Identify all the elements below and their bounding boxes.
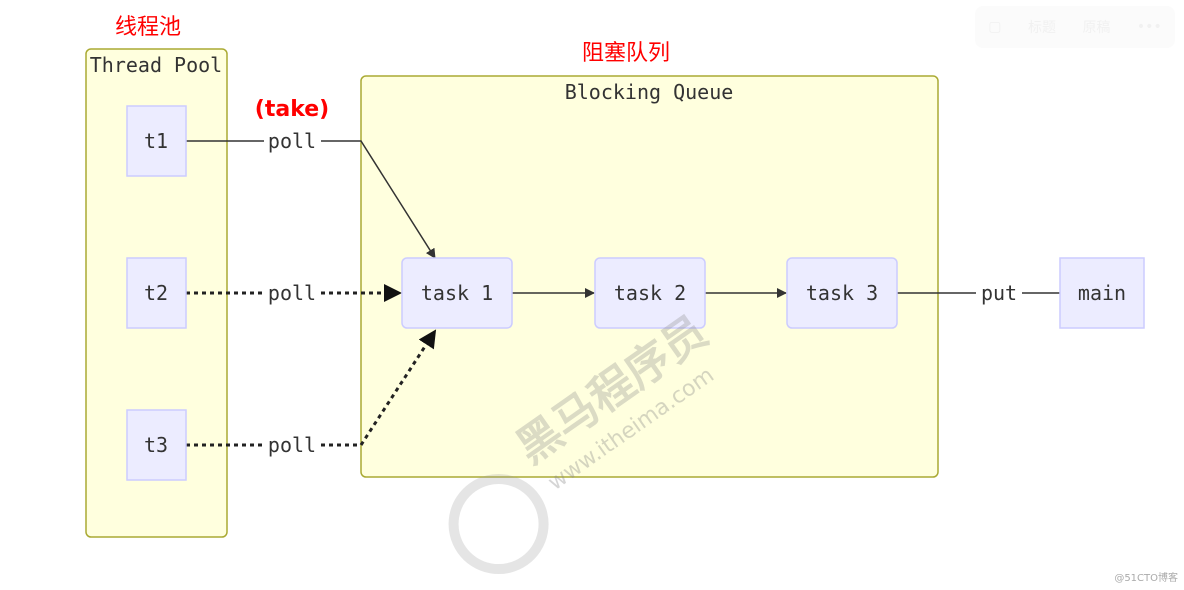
diagram: 线程池 阻塞队列 (take) Thread Pool Blocking Que…: [85, 15, 1145, 575]
node-t2-label: t2: [144, 281, 168, 305]
thread-pool-title: Thread Pool: [90, 53, 222, 77]
take-annotation: (take): [255, 97, 329, 122]
node-task3-label: task 3: [806, 281, 878, 305]
blocking-queue-title: Blocking Queue: [565, 80, 734, 104]
edge-label-poll: poll: [268, 129, 316, 153]
blocking-queue-cn-label: 阻塞队列: [582, 41, 670, 66]
node-t3-label: t3: [144, 433, 168, 457]
node-main-label: main: [1078, 281, 1126, 305]
edge-label-poll: poll: [268, 433, 316, 457]
thread-pool-cn-label: 线程池: [115, 15, 181, 40]
edge-label-put: put: [981, 281, 1017, 305]
node-task2-label: task 2: [614, 281, 686, 305]
node-task1-label: task 1: [421, 281, 493, 305]
node-t1-label: t1: [144, 129, 168, 153]
credit-text: @51CTO博客: [1114, 573, 1178, 584]
edge-label-poll: poll: [268, 281, 316, 305]
